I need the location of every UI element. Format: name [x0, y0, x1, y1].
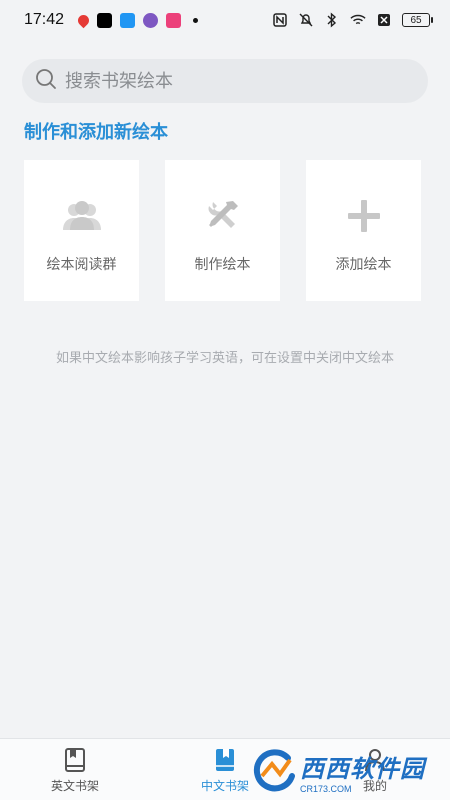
- action-cards: 绘本阅读群 制作绘本 添加绘本: [24, 160, 421, 301]
- circle-app-icon: [143, 12, 159, 28]
- book-filled-icon: [213, 747, 237, 773]
- search-bar[interactable]: [22, 59, 428, 103]
- no-sim-icon: [376, 12, 392, 28]
- tab-english-shelf-label: 英文书架: [50, 779, 99, 793]
- tab-chinese-shelf-label: 中文书架: [200, 779, 249, 793]
- reading-group-label: 绘本阅读群: [46, 257, 117, 273]
- make-book-label: 制作绘本: [194, 257, 251, 273]
- tab-english-shelf[interactable]: 英文书架: [0, 739, 150, 800]
- add-book-label: 添加绘本: [335, 257, 392, 273]
- section-title: 制作和添加新绘本: [24, 122, 168, 143]
- tools-icon: [203, 198, 243, 234]
- pink-app-icon: [166, 12, 182, 28]
- bluetooth-icon: [324, 12, 340, 28]
- cloud-app-icon: [120, 12, 136, 28]
- status-time: 17:42: [24, 11, 65, 28]
- nfc-icon: [272, 12, 288, 28]
- battery-icon: 65: [402, 13, 433, 27]
- mute-icon: [298, 12, 314, 28]
- watermark-text: 西西软件园: [300, 755, 425, 783]
- users-icon: [62, 198, 102, 234]
- watermark-logo-icon: [253, 749, 295, 792]
- search-input[interactable]: [65, 70, 405, 92]
- book-outline-icon: [63, 747, 87, 773]
- make-book-card[interactable]: 制作绘本: [165, 160, 280, 301]
- add-book-card[interactable]: 添加绘本: [306, 160, 421, 301]
- notification-icons: [75, 12, 199, 28]
- map-pin-app-icon: [75, 12, 92, 28]
- watermark-sub: CR173.COM: [300, 783, 352, 794]
- search-icon: [35, 68, 57, 94]
- plus-icon: [344, 198, 384, 234]
- system-icons: 65: [272, 12, 433, 28]
- site-watermark: 西西软件园 CR173.COM: [248, 746, 444, 796]
- hint-text: 如果中文绘本影响孩子学习英语，可在设置中关闭中文绘本: [55, 351, 394, 366]
- reading-group-card[interactable]: 绘本阅读群: [24, 160, 139, 301]
- tiktok-app-icon: [97, 12, 113, 28]
- wifi-icon: [350, 12, 366, 28]
- status-bar: 17:42 65: [0, 0, 450, 40]
- more-notifications-dot: [193, 17, 199, 23]
